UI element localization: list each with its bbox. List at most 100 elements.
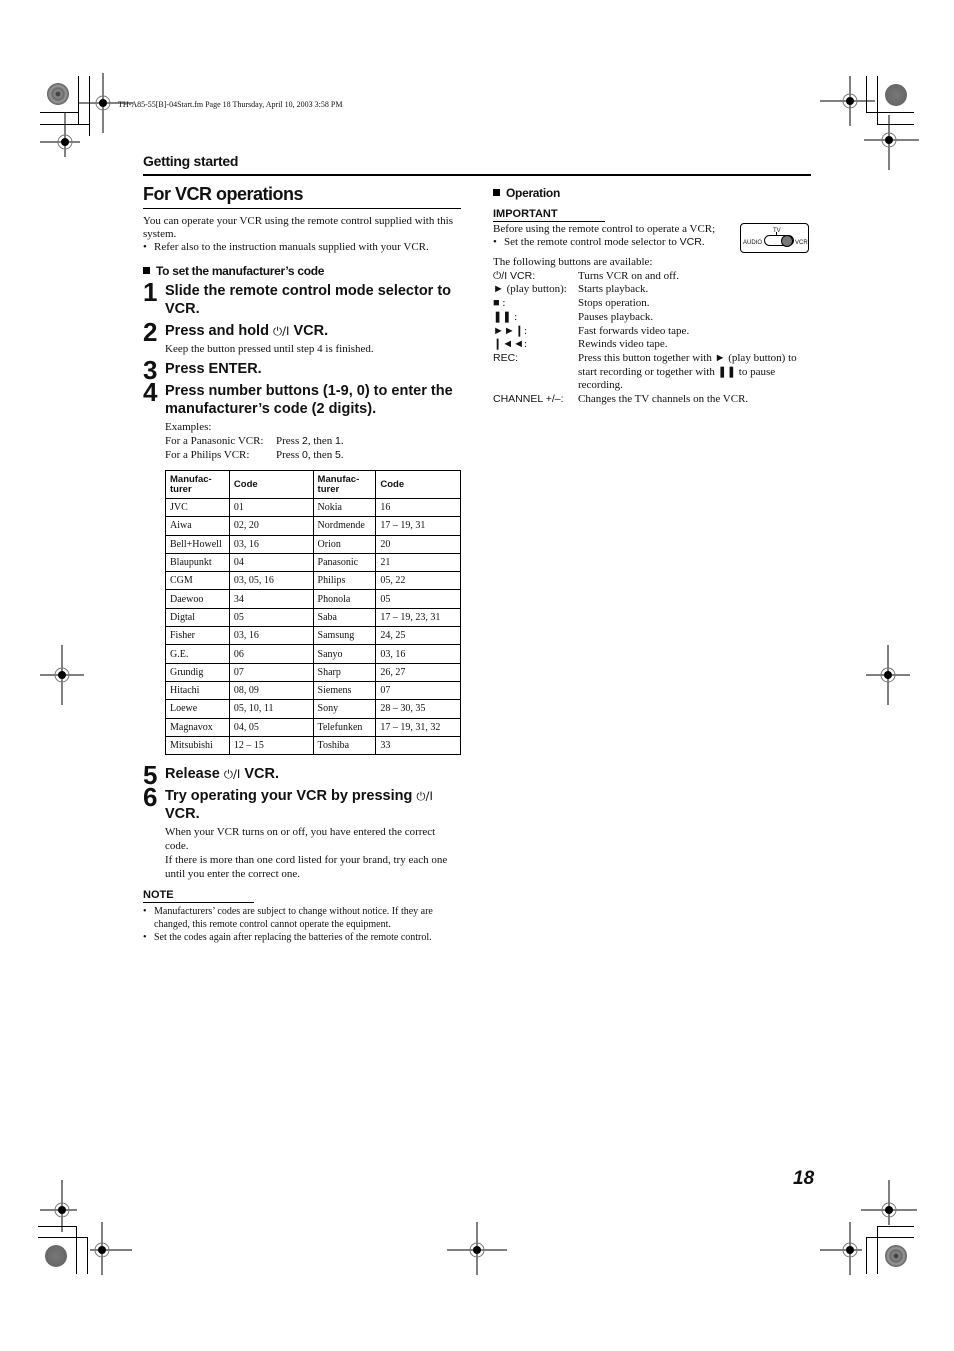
manufacturer-cell: Bell+Howell (165, 534, 230, 554)
registration-mark-icon (40, 645, 84, 705)
button-description: Press this button together with ► (play … (578, 351, 797, 392)
note-heading: NOTE (143, 889, 254, 904)
color-rosette-icon (885, 84, 907, 106)
button-list-item: ❙◄◄: Rewinds video tape. (493, 338, 811, 352)
code-cell: 20 (375, 534, 461, 554)
power-icon: ⏻/I (223, 767, 241, 782)
manufacturer-cell: Hitachi (165, 680, 230, 701)
step-description: Keep the button pressed until step 4 is … (165, 343, 374, 355)
table-header-row: Manufac-turer Code Manufac-turer Code (165, 470, 461, 499)
example-value: Press 2, then 1. (276, 434, 344, 448)
code-cell: 24, 25 (375, 626, 461, 646)
page-title: For VCR operations (143, 184, 461, 209)
section-divider (143, 174, 811, 176)
manufacturer-cell: Fisher (165, 626, 230, 646)
button-description: Pauses playback. (578, 310, 654, 323)
color-rosette-icon (47, 83, 69, 105)
code-cell: 04 (228, 552, 314, 573)
button-list-item: ❚❚ : Pauses playback. (493, 311, 811, 325)
code-cell: 05 (228, 607, 314, 628)
step-6: 6 Try operating your VCR by pressing ⏻/I… (143, 782, 461, 881)
manufacturer-cell: Saba (312, 607, 377, 628)
example-value: Press 0, then 5. (276, 448, 344, 462)
rewind-icon: ❙◄◄: (493, 338, 528, 351)
intro-text: You can operate your VCR using the remot… (143, 215, 461, 254)
right-column: Operation IMPORTANT Before using the rem… (493, 184, 811, 407)
example-text: . (340, 449, 344, 461)
code-cell: 12 – 15 (228, 735, 314, 756)
file-info-slug: TH-A85-55[B]-04Start.fm Page 18 Thursday… (118, 100, 343, 109)
example-label: For a Philips VCR: (165, 449, 250, 461)
example-text: Press (276, 435, 302, 447)
table-row: JVC 01 Nokia 16 (165, 497, 461, 518)
manufacturer-cell: Nokia (312, 497, 377, 518)
table-row: Fisher 03, 16 Samsung 24, 25 (165, 626, 461, 646)
table-row: Aiwa 02, 20 Nordmende 17 – 19, 31 (165, 516, 461, 536)
manufacturer-cell: CGM (165, 571, 230, 591)
manufacturer-cell: G.E. (165, 644, 230, 664)
manufacturer-cell: Blaupunkt (165, 552, 230, 573)
power-icon: ⏻/I (272, 324, 290, 338)
step-1: 1 Slide the remote control mode selector… (143, 279, 461, 318)
manufacturer-cell: Telefunken (312, 717, 377, 737)
manufacturer-cell: Orion (312, 534, 377, 554)
manufacturer-cell: JVC (165, 497, 230, 518)
crop-line (877, 1226, 878, 1274)
step-text-pre: Try operating your VCR by pressing (165, 788, 417, 805)
manufacturer-cell: Siemens (312, 680, 377, 701)
color-rosette-icon (885, 1245, 907, 1267)
manufacturer-cell: Nordmende (312, 516, 377, 536)
manufacturer-cell: Aiwa (165, 516, 230, 536)
power-icon: ⏻/I VCR: (493, 269, 536, 282)
manufacturer-cell: Grundig (165, 662, 230, 682)
column-header-code: Code (228, 470, 314, 499)
power-icon: ⏻/I (416, 789, 433, 804)
button-description: Stops operation. (578, 297, 650, 310)
square-bullet-icon (143, 267, 150, 274)
code-cell: 07 (375, 680, 461, 701)
button-rows: ⏻/I VCR: Turns VCR on and off. ► (play but… (493, 270, 811, 407)
button-key-label: CHANNEL +/–: (493, 393, 564, 406)
header-text: turer (170, 483, 192, 495)
bullet-text: . (701, 236, 705, 248)
manufacturer-code-table: Manufac-turer Code Manufac-turer Code JV… (165, 470, 461, 756)
manufacturer-cell: Sony (312, 699, 377, 719)
button-list-item: ►►❙: Fast forwards video tape. (493, 325, 811, 339)
registration-mark-icon (40, 112, 80, 157)
selector-knob (781, 235, 793, 247)
step-4: 4 Press number buttons (1-9, 0) to enter… (143, 379, 461, 462)
step-text: Release ⏻/I VCR. (165, 765, 461, 783)
manufacturer-cell: Sharp (312, 662, 377, 682)
manufacturer-cell: Mitsubishi (165, 735, 230, 756)
square-bullet-icon (493, 189, 500, 196)
manufacturer-cell: Digtal (165, 607, 230, 628)
step-number: 6 (143, 782, 158, 813)
step-text-post: VCR. (289, 323, 329, 339)
note-item: Manufacturers’ codes are subject to chan… (143, 905, 461, 931)
crop-line (866, 1237, 914, 1238)
subsection-heading-text: To set the manufacturer’s code (156, 264, 325, 278)
selector-label-audio: AUDIO (743, 240, 763, 246)
example-text: , then (307, 435, 336, 447)
code-cell: 28 – 30, 35 (375, 699, 461, 719)
table-row: G.E. 06 Sanyo 03, 16 (165, 644, 461, 664)
code-cell: 34 (228, 589, 314, 609)
manufacturer-cell: Samsung (312, 626, 377, 646)
code-cell: 07 (228, 662, 314, 682)
manufacturer-cell: Magnavox (165, 717, 230, 737)
examples-label: Examples: (165, 421, 212, 433)
step-text: Slide the remote control mode selector t… (165, 283, 452, 317)
button-description: Starts playback. (578, 283, 649, 296)
step-text: Try operating your VCR by pressing ⏻/I V… (165, 787, 461, 823)
column-header-code: Code (375, 470, 461, 499)
intro-bullet: Refer also to the instruction manuals su… (143, 241, 461, 254)
button-list-item: CHANNEL +/–: Changes the TV channels on t… (493, 393, 811, 407)
button-description: Fast forwards video tape. (578, 324, 690, 337)
code-cell: 03, 16 (228, 626, 314, 646)
code-cell: 16 (375, 497, 461, 518)
example-text: Press (276, 449, 302, 461)
selector-label-vcr: VCR (795, 240, 808, 246)
step-3: 3 Press ENTER. (143, 357, 461, 383)
code-cell: 17 – 19, 31 (375, 516, 461, 536)
code-cell: 05, 10, 11 (228, 699, 314, 719)
